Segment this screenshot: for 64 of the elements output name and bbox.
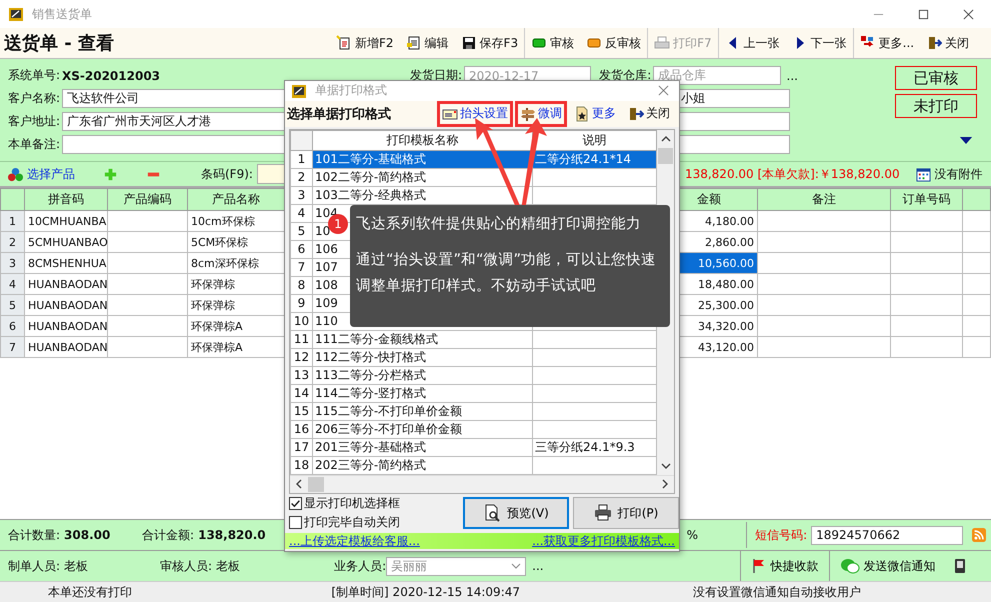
row-number: 8 xyxy=(290,276,312,294)
row-number: 11 xyxy=(290,330,312,348)
window-title: 销售送货单 xyxy=(32,6,93,22)
dialog-heading: 选择单据打印格式 xyxy=(287,106,392,123)
table-cell: HUANBAODAN xyxy=(24,274,108,294)
more-text: ... xyxy=(532,559,544,573)
row-number: 4 xyxy=(290,204,312,222)
status-badge: 未打印 xyxy=(895,94,977,118)
template-note: 三等分纸24.1*9.3 xyxy=(532,438,656,456)
barcode-label: 条码(F9): xyxy=(201,166,253,182)
total-amount: 138,820.0 xyxy=(198,528,266,542)
row-number: 2 xyxy=(290,168,312,186)
total-label: 合计金额: xyxy=(142,526,194,544)
table-cell: HUANBAODAN xyxy=(24,336,108,358)
row-number: 1 xyxy=(290,150,312,168)
row-number: 5 xyxy=(0,294,24,316)
tip-text: 通过“抬头设置”和“微调”功能，可以让您快速调整单据打印样式。不妨动手试试吧 xyxy=(356,251,658,296)
page-title: 送货单 - 查看 xyxy=(4,32,116,55)
row-number: 14 xyxy=(290,384,312,402)
total-label: 合计数量: xyxy=(8,526,60,544)
row-number: 4 xyxy=(0,274,24,294)
person-label: 业务人员: xyxy=(334,558,386,574)
field-label: 客户地址: xyxy=(8,113,62,130)
row-number: 16 xyxy=(290,420,312,438)
tip-text: 飞达系列软件提供贴心的精细打印调控能力 xyxy=(356,214,642,233)
person-name: 老板 xyxy=(216,558,242,574)
percent-sign: % xyxy=(686,528,698,542)
table-cell: HUANBAODAN xyxy=(24,316,108,336)
table-cell: 8CMSHENHUA xyxy=(24,252,108,274)
field-label: 本单备注: xyxy=(8,136,62,153)
person-label: 制单人员: xyxy=(8,558,60,574)
table-cell: 10CMHUANBA xyxy=(24,210,108,232)
field-label: 系统单号: xyxy=(8,67,62,84)
total-quantity: 308.00 xyxy=(64,528,112,542)
field-label: 客户名称: xyxy=(8,90,62,107)
more-text: ... xyxy=(786,68,798,82)
row-number: 6 xyxy=(0,316,24,336)
row-number: 18 xyxy=(290,456,312,474)
table-cell: 5CMHUANBAO xyxy=(24,232,108,252)
status-badge: 已审核 xyxy=(895,66,977,90)
balance-summary: 138,820.00 [本单欠款]:￥138,820.00 xyxy=(684,166,900,182)
row-number: 7 xyxy=(0,336,24,358)
row-number: 3 xyxy=(290,186,312,204)
row-number: 10 xyxy=(290,312,312,330)
row-number: 5 xyxy=(290,222,312,240)
template-note: 二等分纸24.1*14 xyxy=(532,150,656,168)
row-number: 7 xyxy=(290,258,312,276)
row-number: 1 xyxy=(0,210,24,232)
row-number: 3 xyxy=(0,252,24,274)
row-number: 12 xyxy=(290,348,312,366)
person-name: 老板 xyxy=(64,558,90,574)
row-number: 2 xyxy=(0,232,24,252)
order-number: XS-202012003 xyxy=(62,68,162,82)
row-number: 15 xyxy=(290,402,312,420)
status-text: 本单还没有打印 xyxy=(47,584,133,600)
status-text: [制单时间] 2020-12-15 14:09:47 xyxy=(330,584,520,600)
row-number: 17 xyxy=(290,438,312,456)
table-cell: HUANBAODAN xyxy=(24,294,108,316)
row-number: 9 xyxy=(290,294,312,312)
row-number: 6 xyxy=(290,240,312,258)
row-number: 13 xyxy=(290,366,312,384)
status-text: 没有设置微信通知自动接收用户 xyxy=(692,584,862,600)
sms-label: 短信号码: xyxy=(755,526,808,544)
person-label: 审核人员: xyxy=(160,558,212,574)
